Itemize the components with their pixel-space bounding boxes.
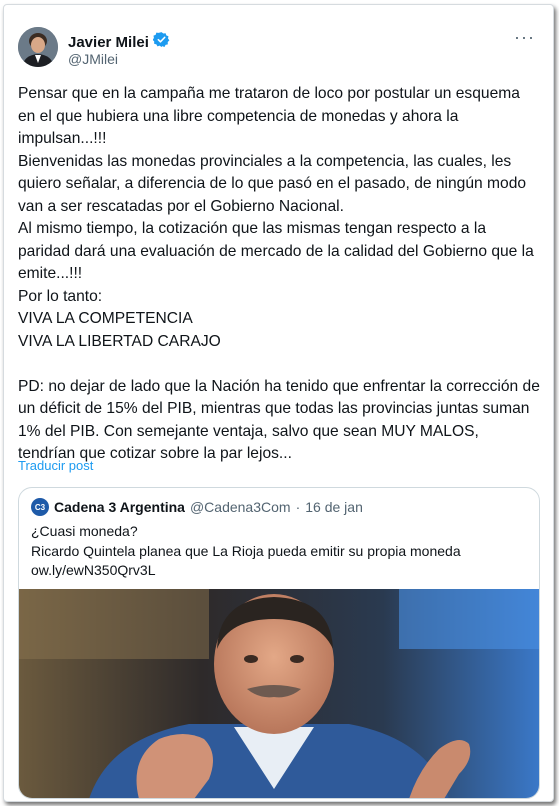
author-handle[interactable]: @JMilei <box>68 51 118 67</box>
quoted-author-handle[interactable]: @Cadena3Com <box>190 499 291 515</box>
tweet-header: Javier Milei @JMilei ··· <box>18 27 539 73</box>
author-name[interactable]: Javier Milei <box>68 34 149 51</box>
separator-dot: · <box>295 499 301 515</box>
tweet-card: Javier Milei @JMilei ··· Pensar que en l… <box>3 4 554 802</box>
avatar[interactable] <box>18 27 58 67</box>
quoted-tweet[interactable]: C3 Cadena 3 Argentina @Cadena3Com · 16 d… <box>18 487 540 799</box>
quoted-author-name[interactable]: Cadena 3 Argentina <box>54 499 185 515</box>
quoted-link[interactable]: ow.ly/ewN350Qrv3L <box>31 561 461 581</box>
quoted-line-1: ¿Cuasi moneda? <box>31 523 138 539</box>
post-text: Pensar que en la campaña me trataron de … <box>18 85 540 462</box>
quoted-photo[interactable] <box>19 589 539 799</box>
quoted-line-2: Ricardo Quintela planea que La Rioja pue… <box>31 542 461 559</box>
quoted-date[interactable]: 16 de jan <box>305 499 363 515</box>
author-name-row: Javier Milei <box>68 31 170 53</box>
avatar-image <box>18 27 58 67</box>
translate-post-link[interactable]: Traducir post <box>18 458 93 473</box>
quoted-text: ¿Cuasi moneda? Ricardo Quintela planea q… <box>31 522 461 581</box>
more-options-icon[interactable]: ··· <box>514 27 535 48</box>
cadena3-logo-icon: C3 <box>31 498 49 516</box>
quoted-tweet-header: C3 Cadena 3 Argentina @Cadena3Com · 16 d… <box>31 498 363 516</box>
verified-badge-icon <box>152 31 170 53</box>
